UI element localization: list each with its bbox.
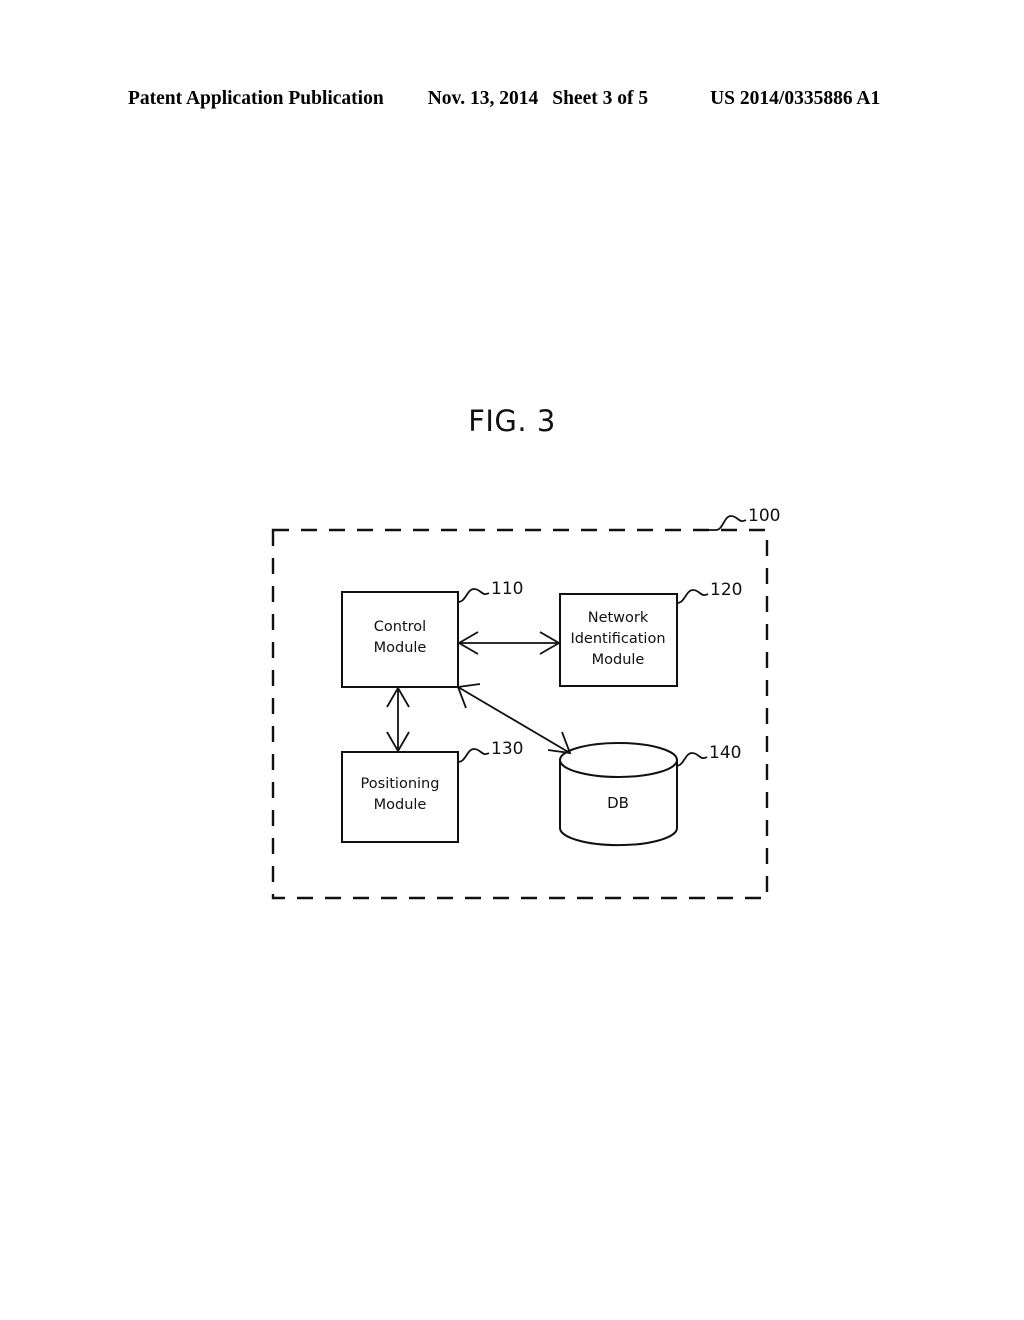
ref-number-100: 100 xyxy=(748,506,780,526)
connector-control-to-positioning xyxy=(386,686,410,753)
system-block-diagram: 100 Control Module 110 Network Identific… xyxy=(250,490,795,920)
sheet-number-text: Sheet 3 of 5 xyxy=(552,88,649,109)
leader-line-100 xyxy=(698,515,747,531)
block-network-identification-module-label-line3: Module xyxy=(592,652,645,668)
patent-number-text: US 2014/0335886 A1 xyxy=(710,88,881,109)
leader-line-110 xyxy=(457,588,490,603)
publication-header: Patent Application Publication Nov. 13, … xyxy=(128,88,896,114)
block-network-identification-module-label-line1: Network xyxy=(588,610,649,626)
figure-title: FIG. 3 xyxy=(468,404,556,438)
block-positioning-module-label-line1: Positioning xyxy=(361,776,440,792)
connector-control-to-network-identification xyxy=(457,631,561,655)
ref-number-110: 110 xyxy=(491,579,523,599)
leader-line-140 xyxy=(675,752,708,767)
block-control-module-label-line2: Module xyxy=(374,640,427,656)
db-label: DB xyxy=(607,794,629,812)
ref-number-140: 140 xyxy=(709,743,741,763)
publication-date-text: Nov. 13, 2014 xyxy=(427,88,539,109)
db-cylinder-top xyxy=(559,742,678,778)
ref-number-130: 130 xyxy=(491,739,523,759)
block-network-identification-module-label-line2: Identification xyxy=(570,631,665,647)
block-positioning-module-label-line2: Module xyxy=(374,797,427,813)
leader-line-120 xyxy=(676,589,709,604)
block-control-module-label-line1: Control xyxy=(374,619,426,635)
ref-number-120: 120 xyxy=(710,580,742,600)
publication-title-text: Patent Application Publication xyxy=(128,88,384,109)
patent-figure-page: Patent Application Publication Nov. 13, … xyxy=(0,0,1024,1320)
leader-line-130 xyxy=(457,748,490,763)
